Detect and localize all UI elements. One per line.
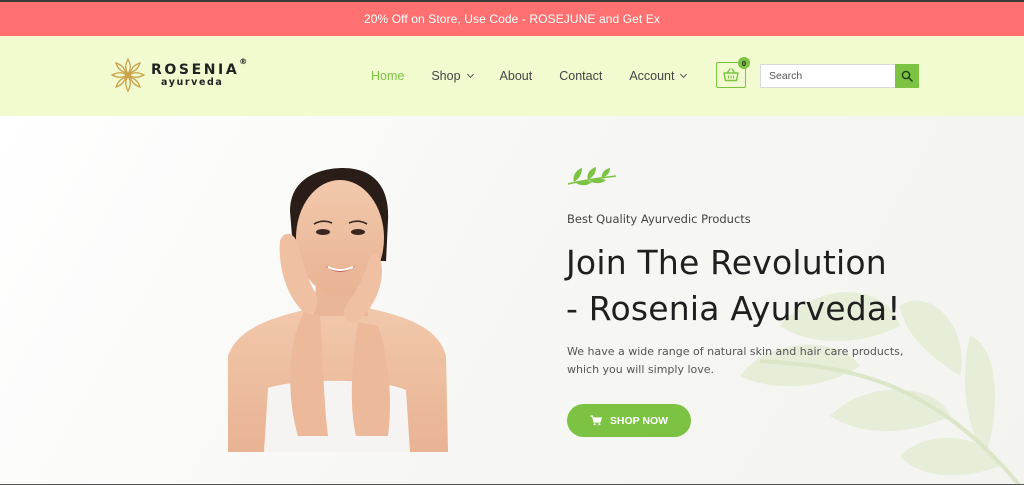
nav-label: Account <box>629 69 675 83</box>
search-input[interactable] <box>760 64 895 88</box>
search-bar <box>760 64 919 88</box>
site-header: ROSENIA ® ayurveda Home Shop About Contac… <box>0 36 1024 116</box>
cart-count-badge: 0 <box>738 57 750 69</box>
nav-label: About <box>499 69 533 83</box>
cart-button[interactable]: 0 <box>716 57 750 88</box>
basket-icon <box>723 68 739 82</box>
brand-name: ROSENIA ® <box>151 57 247 78</box>
registered-mark: ® <box>239 56 248 66</box>
shop-now-button[interactable]: SHOP NOW <box>567 404 691 437</box>
hero-description: We have a wide range of natural skin and… <box>567 345 904 376</box>
main-nav: Home Shop About Contact Account <box>371 67 713 85</box>
brand-name-text: ROSENIA <box>151 61 240 78</box>
promo-text: 20% Off on Store, Use Code - ROSEJUNE an… <box>363 12 661 26</box>
shopping-cart-icon <box>590 415 602 426</box>
nav-label: Shop <box>431 69 461 83</box>
hero-section: Best Quality Ayurvedic Products Join The… <box>0 116 1024 484</box>
hero-headline: Join The Revolution - Rosenia Ayurveda! <box>566 240 946 332</box>
promo-banner: 20% Off on Store, Use Code - ROSEJUNE an… <box>0 2 1024 36</box>
nav-item-account[interactable]: Account <box>629 69 688 83</box>
model-portrait-image <box>228 168 448 452</box>
shop-now-label: SHOP NOW <box>609 414 669 427</box>
nav-label: Home <box>371 69 405 83</box>
nav-label: Contact <box>559 69 603 83</box>
brand-subtitle: ayurveda <box>161 76 224 88</box>
brand-logo[interactable]: ROSENIA ® ayurveda <box>108 54 248 96</box>
nav-item-contact[interactable]: Contact <box>559 69 602 83</box>
search-icon <box>901 70 913 82</box>
leaf-sprig-icon <box>567 167 617 186</box>
hero-headline-line1: Join The Revolution <box>566 243 887 282</box>
search-button[interactable] <box>895 64 919 88</box>
nav-item-home[interactable]: Home <box>371 69 404 83</box>
hero-eyebrow: Best Quality Ayurvedic Products <box>567 212 751 226</box>
chevron-down-icon <box>466 70 474 79</box>
hero-headline-line2: - Rosenia Ayurveda! <box>566 289 901 328</box>
chevron-down-icon <box>680 70 688 79</box>
nav-item-about[interactable]: About <box>500 69 533 83</box>
nav-item-shop[interactable]: Shop <box>431 69 474 83</box>
lotus-logo-icon <box>110 57 146 93</box>
